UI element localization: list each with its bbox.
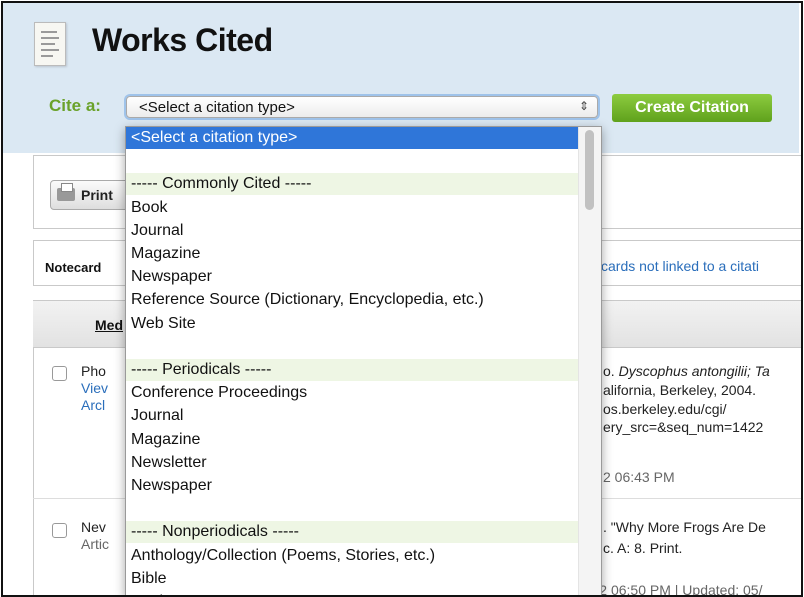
- dropdown-option[interactable]: Reference Source (Dictionary, Encycloped…: [126, 289, 578, 311]
- dropdown-option[interactable]: Anthology/Collection (Poems, Stories, et…: [126, 545, 578, 567]
- dropdown-spacer: [126, 150, 578, 172]
- row-checkbox[interactable]: [52, 523, 67, 538]
- citation-fragment: o.: [603, 363, 619, 379]
- dropdown-option[interactable]: Newspaper: [126, 475, 578, 497]
- row-citation-text: os.berkeley.edu/cgi/: [603, 401, 727, 417]
- dropdown-option[interactable]: Newspaper: [126, 266, 578, 288]
- row-media-text: Nev: [81, 519, 106, 535]
- dropdown-option[interactable]: Magazine: [126, 429, 578, 451]
- updown-arrow-icon: ⇕: [578, 99, 589, 113]
- row-media-text: Pho: [81, 363, 106, 379]
- citation-italic: Dyscophus antongilii; Ta: [618, 363, 770, 379]
- dropdown-option[interactable]: Web Site: [126, 313, 578, 335]
- dropdown-option[interactable]: Bible: [126, 568, 578, 590]
- cite-label: Cite a:: [49, 96, 101, 115]
- row-created-date: 2 06:43 PM: [603, 469, 675, 485]
- row-article-text: Artic: [81, 536, 109, 552]
- printer-icon: [57, 183, 75, 201]
- dropdown-option[interactable]: Conference Proceedings: [126, 382, 578, 404]
- dropdown-option[interactable]: Book: [126, 591, 578, 597]
- dropdown-scrollbar[interactable]: [578, 127, 601, 597]
- dropdown-option[interactable]: <Select a citation type>: [126, 127, 578, 149]
- row-view-link[interactable]: Viev: [81, 380, 108, 396]
- dropdown-group-header: ----- Nonperiodicals -----: [126, 521, 578, 544]
- dropdown-option[interactable]: Journal: [126, 220, 578, 242]
- dropdown-spacer: [126, 498, 578, 520]
- scrollbar-thumb[interactable]: [585, 130, 594, 210]
- media-column-header[interactable]: Med: [95, 317, 123, 333]
- print-label: Print: [81, 187, 113, 203]
- dropdown-group-header: ----- Commonly Cited -----: [126, 173, 578, 196]
- notecards-link[interactable]: cards not linked to a citati: [601, 258, 759, 274]
- row-citation-text: . "Why More Frogs Are De: [603, 519, 766, 535]
- row-checkbox[interactable]: [52, 366, 67, 381]
- dropdown-option[interactable]: Newsletter: [126, 452, 578, 474]
- dropdown-group-header: ----- Periodicals -----: [126, 359, 578, 381]
- dropdown-option[interactable]: Magazine: [126, 243, 578, 265]
- notecards-label: Notecard: [45, 260, 102, 275]
- row-citation-text: c. A: 8. Print.: [603, 540, 683, 556]
- create-citation-button[interactable]: Create Citation: [612, 94, 772, 122]
- dropdown-option[interactable]: Journal: [126, 405, 578, 427]
- citation-type-selected-value: <Select a citation type>: [139, 99, 295, 116]
- row-citation-text: alifornia, Berkeley, 2004.: [603, 382, 757, 398]
- row-citation-text: ery_src=&seq_num=1422: [603, 419, 764, 435]
- page-title: Works Cited: [92, 22, 273, 58]
- citation-type-dropdown-list[interactable]: BookBibleAnthology/Collection (Poems, St…: [125, 126, 602, 597]
- app-frame: Works Cited Cite a: <Select a citation t…: [0, 0, 804, 597]
- citation-type-select[interactable]: <Select a citation type> ⇕: [126, 96, 598, 118]
- document-icon: [34, 22, 66, 66]
- row-archive-link[interactable]: Arcl: [81, 397, 105, 413]
- dropdown-spacer: [126, 336, 578, 358]
- row-citation-text: o. Dyscophus antongilii; Ta: [603, 363, 770, 379]
- dropdown-option[interactable]: Book: [126, 197, 578, 219]
